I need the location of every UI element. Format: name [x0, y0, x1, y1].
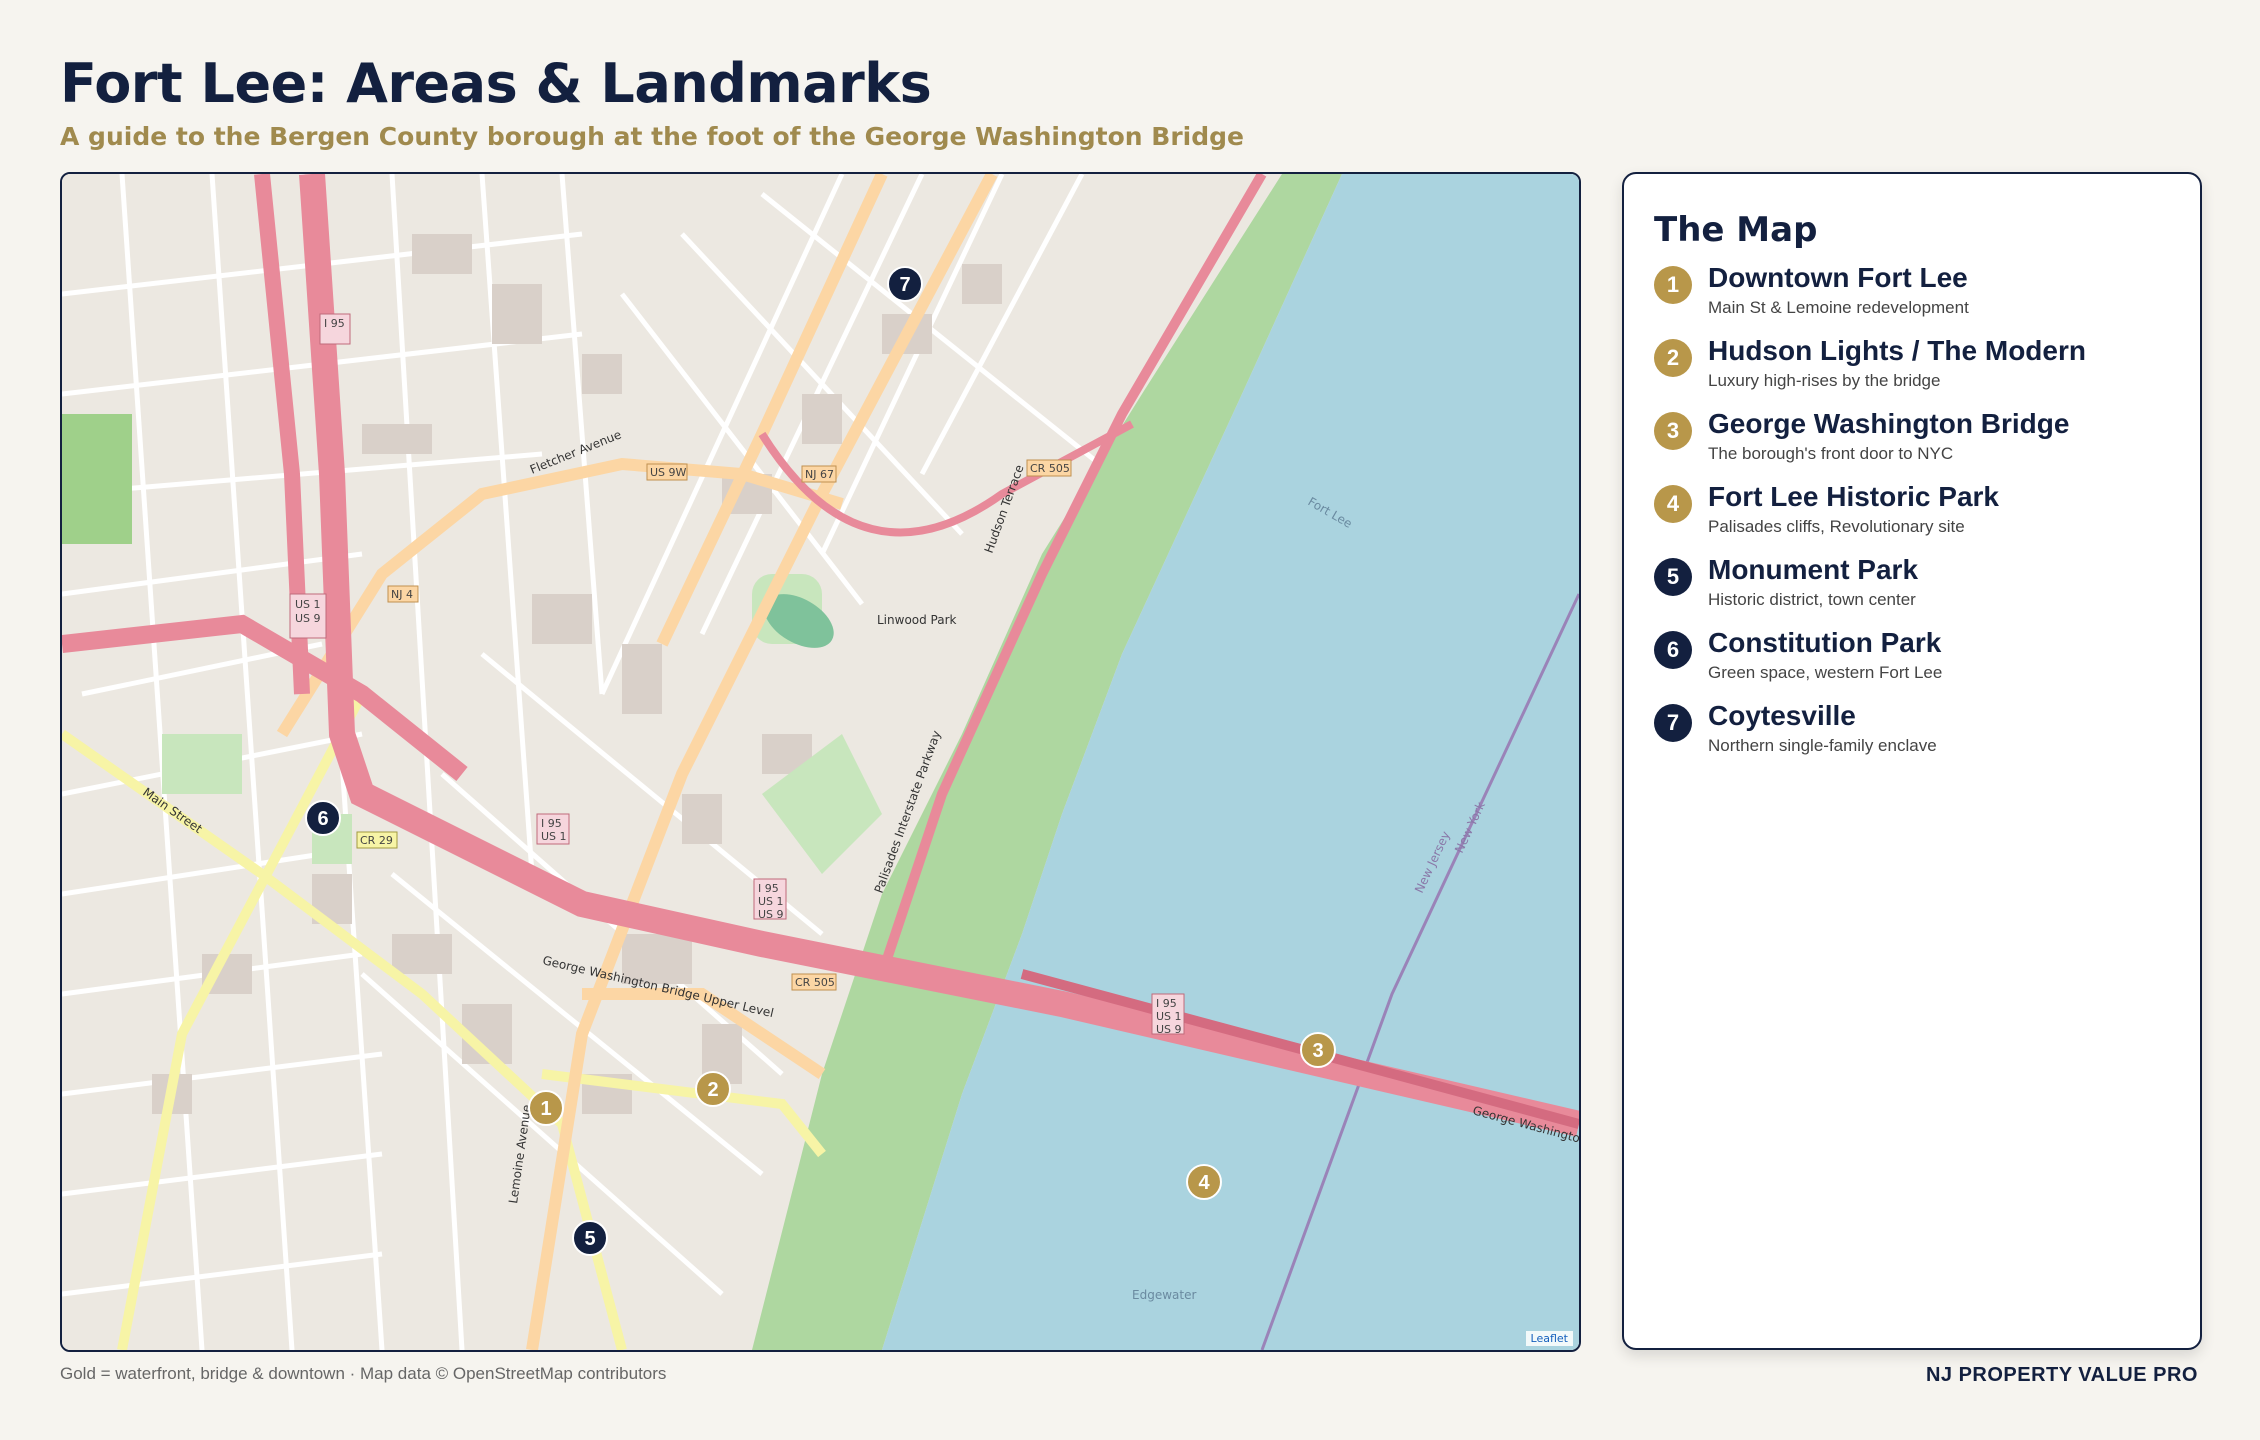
shield-nj67: NJ 67 [805, 468, 834, 481]
marker-1[interactable]: 1 [528, 1090, 564, 1126]
map-frame[interactable]: I 95 US 1 US 9 I 95 US 1 I 95 US 1 US 9 … [60, 172, 1581, 1352]
shield-nj4: NJ 4 [391, 588, 413, 601]
western-park [162, 734, 242, 794]
golf-course [62, 414, 132, 544]
page-subtitle: A guide to the Bergen County borough at … [60, 122, 1244, 151]
marker-3[interactable]: 3 [1300, 1032, 1336, 1068]
legend-number-badge: 4 [1654, 485, 1692, 523]
shield-us9-east: US 9 [758, 908, 784, 921]
map-canvas[interactable]: I 95 US 1 US 9 I 95 US 1 I 95 US 1 US 9 … [62, 174, 1579, 1350]
marker-5[interactable]: 5 [572, 1220, 608, 1256]
legend-number-badge: 5 [1654, 558, 1692, 596]
legend-number-badge: 2 [1654, 339, 1692, 377]
svg-text:7: 7 [899, 274, 910, 296]
svg-text:3: 3 [1312, 1040, 1323, 1062]
legend-item-name: Coytesville [1708, 700, 1856, 731]
legend-item-name: Hudson Lights / The Modern [1708, 335, 2086, 366]
svg-text:5: 5 [584, 1228, 595, 1250]
legend-item-name: Downtown Fort Lee [1708, 262, 1968, 293]
legend-item[interactable]: 4 Fort Lee Historic Park Palisades cliffs,… [1654, 481, 2184, 545]
shield-i95-bridge: I 95 [1156, 997, 1177, 1010]
legend-item[interactable]: 6 Constitution Park Green space, western F… [1654, 627, 2184, 691]
legend-item-description: Northern single-family enclave [1708, 736, 1937, 755]
legend-item-name: George Washington Bridge [1708, 408, 2070, 439]
shield-i95-east: I 95 [758, 882, 779, 895]
legend-item-description: The borough's front door to NYC [1708, 444, 1954, 463]
svg-text:6: 6 [317, 808, 328, 830]
shield-us9-bridge: US 9 [1156, 1023, 1182, 1036]
marker-7[interactable]: 7 [887, 266, 923, 302]
legend-number-badge: 7 [1654, 704, 1692, 742]
legend-item[interactable]: 7 Coytesville Northern single-family encla… [1654, 700, 2184, 764]
shield-us1-bridge: US 1 [1156, 1010, 1182, 1023]
shield-cr29: CR 29 [360, 834, 393, 847]
legend-item-description: Palisades cliffs, Revolutionary site [1708, 517, 1965, 536]
shield-us9w: US 9W [650, 466, 687, 479]
marker-2[interactable]: 2 [695, 1071, 731, 1107]
footer-note: Gold = waterfront, bridge & downtown · M… [60, 1364, 667, 1383]
svg-text:1: 1 [540, 1098, 551, 1120]
shield-us1-east: US 1 [758, 895, 784, 908]
page-title: Fort Lee: Areas & Landmarks [60, 52, 932, 115]
svg-text:4: 4 [1198, 1172, 1210, 1194]
label-edgewater: Edgewater [1132, 1288, 1196, 1302]
legend-number-badge: 1 [1654, 266, 1692, 304]
shield-us9-west: US 9 [295, 612, 321, 625]
legend-item[interactable]: 1 Downtown Fort Lee Main St & Lemoine rede… [1654, 262, 2184, 326]
shield-cr505-south: CR 505 [795, 976, 835, 989]
brand-name: NJ PROPERTY VALUE PRO [1925, 1364, 2198, 1386]
legend-item-name: Constitution Park [1708, 627, 1942, 658]
legend-item-description: Green space, western Fort Lee [1708, 663, 1943, 682]
svg-text:2: 2 [707, 1079, 718, 1101]
legend-item[interactable]: 3 George Washington Bridge The borough's f… [1654, 408, 2184, 472]
legend-item-name: Monument Park [1708, 554, 1919, 585]
label-linwood-park: Linwood Park [877, 613, 957, 627]
legend-item-description: Main St & Lemoine redevelopment [1708, 298, 1969, 317]
marker-6[interactable]: 6 [305, 800, 341, 836]
legend-panel: The Map 1 Downtown Fort Lee Main St & Lemo… [1622, 172, 2202, 1350]
shield-i95-north: I 95 [324, 317, 345, 330]
leaflet-attribution[interactable]: Leaflet [1525, 1331, 1573, 1346]
legend-item[interactable]: 2 Hudson Lights / The Modern Luxury high-r… [1654, 335, 2184, 399]
legend-item-description: Historic district, town center [1708, 590, 1916, 609]
shield-i95-center: I 95 [541, 817, 562, 830]
legend-item-description: Luxury high-rises by the bridge [1708, 371, 1941, 390]
legend-title: The Map [1654, 210, 1818, 250]
shield-us1-west: US 1 [295, 598, 321, 611]
legend-item[interactable]: 5 Monument Park Historic district, town ce… [1654, 554, 2184, 618]
shield-us1-center: US 1 [541, 830, 567, 843]
shield-cr505-north: CR 505 [1030, 462, 1070, 475]
legend-item-name: Fort Lee Historic Park [1708, 481, 1999, 512]
legend-number-badge: 3 [1654, 412, 1692, 450]
marker-4[interactable]: 4 [1186, 1164, 1222, 1200]
legend-number-badge: 6 [1654, 631, 1692, 669]
